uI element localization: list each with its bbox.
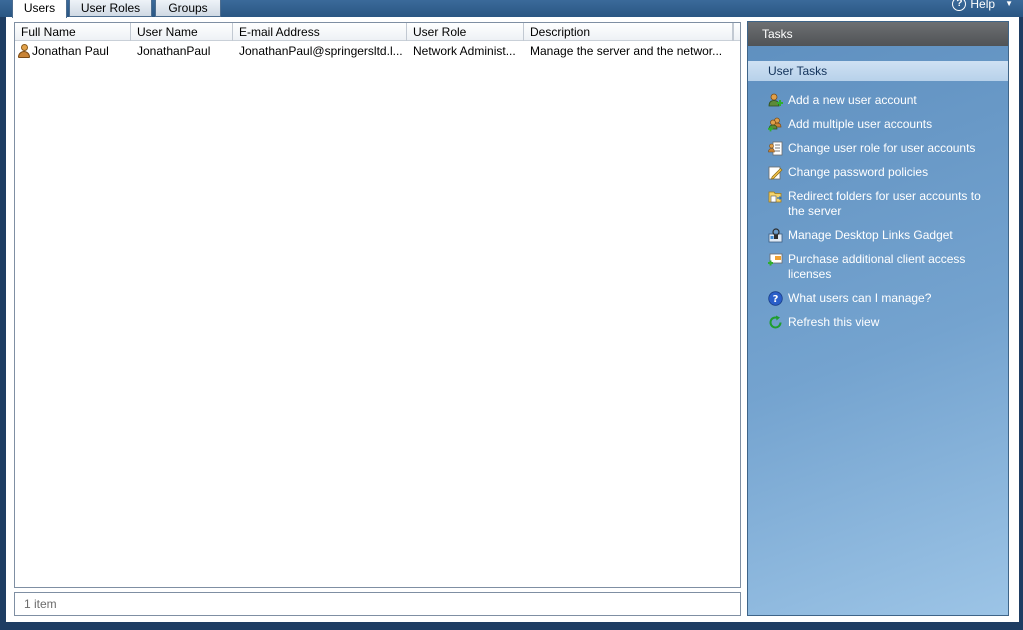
cell-full-name: Jonathan Paul <box>15 42 131 60</box>
task-change-password-policies[interactable]: Change password policies <box>748 165 1008 180</box>
cell-user-name: JonathanPaul <box>137 44 211 58</box>
column-header-email[interactable]: E-mail Address <box>233 23 407 41</box>
column-header-description[interactable]: Description <box>524 23 733 41</box>
task-change-user-role[interactable]: Change user role for user accounts <box>748 141 1008 156</box>
task-label: Change password policies <box>788 165 929 179</box>
desktop-links-gadget-icon <box>768 228 783 243</box>
add-user-icon <box>768 93 783 108</box>
svg-text:?: ? <box>773 294 779 305</box>
cell-description: Manage the server and the networ... <box>530 44 723 58</box>
tasks-pane-title: Tasks <box>748 22 1008 46</box>
column-header-filler <box>733 23 740 41</box>
change-role-icon <box>768 141 783 156</box>
task-list: Add a new user account Add multiple user… <box>748 93 1008 330</box>
full-name-text: Jonathan Paul <box>32 44 109 58</box>
task-manage-desktop-links[interactable]: Manage Desktop Links Gadget <box>748 228 1008 243</box>
main-content: Full Name User Name E-mail Address User … <box>6 17 1019 622</box>
tasks-pane: Tasks User Tasks Add a new user account … <box>747 21 1009 616</box>
chevron-down-icon: ▼ <box>1005 0 1013 8</box>
column-header-full-name[interactable]: Full Name <box>15 23 131 41</box>
task-label: Add a new user account <box>788 93 917 107</box>
password-policy-icon <box>768 165 783 180</box>
tab-groups[interactable]: Groups <box>155 0 221 17</box>
task-label: Change user role for user accounts <box>788 141 976 155</box>
help-label: Help <box>970 0 996 11</box>
cell-email: JonathanPaul@springersltd.l... <box>239 44 403 58</box>
add-multiple-users-icon <box>768 117 783 132</box>
user-icon <box>17 43 31 59</box>
users-list[interactable]: Full Name User Name E-mail Address User … <box>14 22 741 588</box>
task-add-multiple-users[interactable]: Add multiple user accounts <box>748 117 1008 132</box>
task-label: Redirect folders for user accounts to th… <box>788 189 981 218</box>
task-label: Manage Desktop Links Gadget <box>788 228 953 242</box>
purchase-licenses-icon <box>768 252 783 267</box>
user-tasks-section-header[interactable]: User Tasks <box>748 61 1008 81</box>
tab-users[interactable]: Users <box>12 0 67 18</box>
refresh-icon <box>768 315 783 330</box>
task-redirect-folders[interactable]: Redirect folders for user accounts to th… <box>748 189 1008 219</box>
column-header-user-name[interactable]: User Name <box>131 23 233 41</box>
column-header-user-role[interactable]: User Role <box>407 23 524 41</box>
task-purchase-licenses[interactable]: Purchase additional client access licens… <box>748 252 1008 282</box>
list-header: Full Name User Name E-mail Address User … <box>15 23 740 41</box>
item-count: 1 item <box>24 597 57 611</box>
task-label: What users can I manage? <box>788 291 932 305</box>
tab-user-roles[interactable]: User Roles <box>69 0 152 17</box>
tab-bar: Users User Roles Groups ? Help ▼ <box>0 0 1023 18</box>
task-label: Add multiple user accounts <box>788 117 933 131</box>
question-icon: ? <box>768 291 783 306</box>
task-label: Purchase additional client access licens… <box>788 252 966 281</box>
help-circle-icon: ? <box>952 0 967 11</box>
status-bar: 1 item <box>14 592 741 616</box>
task-what-users-can-i-manage[interactable]: ? What users can I manage? <box>748 291 1008 306</box>
task-refresh-view[interactable]: Refresh this view <box>748 315 1008 330</box>
task-add-user[interactable]: Add a new user account <box>748 93 1008 108</box>
help-button[interactable]: ? Help ▼ <box>952 0 1013 11</box>
table-row[interactable]: Jonathan Paul JonathanPaul JonathanPaul@… <box>15 42 740 60</box>
cell-user-role: Network Administ... <box>413 44 516 58</box>
redirect-folders-icon <box>768 189 783 204</box>
task-label: Refresh this view <box>788 315 880 329</box>
